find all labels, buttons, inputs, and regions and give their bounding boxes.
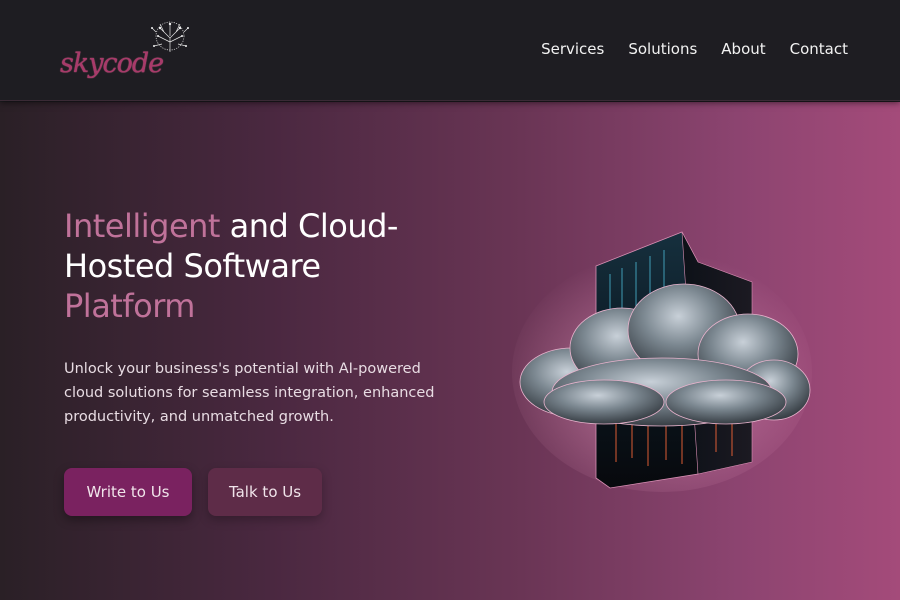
write-to-us-button[interactable]: Write to Us [64,468,192,516]
nav-link-contact[interactable]: Contact [790,40,848,58]
hero-subtext: Unlock your business's potential with AI… [64,361,435,425]
brand-logo[interactable]: skycode [58,18,198,82]
headline-accent-intelligent: Intelligent [64,207,220,245]
brand-name: skycode [60,48,164,79]
hero-headline: Intelligent and Cloud-Hosted Software Pl… [64,206,444,326]
nav-link-services[interactable]: Services [541,40,604,58]
nav-link-about[interactable]: About [721,40,765,58]
nav-link-solutions[interactable]: Solutions [628,40,697,58]
cloud-server-illustration [512,231,812,492]
navbar: skycode Services Solutions About Contact [0,0,900,101]
hero-section: Intelligent and Cloud-Hosted Software Pl… [0,102,900,600]
main-nav: Services Solutions About Contact [541,40,848,58]
headline-accent-platform: Platform [64,287,195,325]
talk-to-us-button[interactable]: Talk to Us [208,468,322,516]
